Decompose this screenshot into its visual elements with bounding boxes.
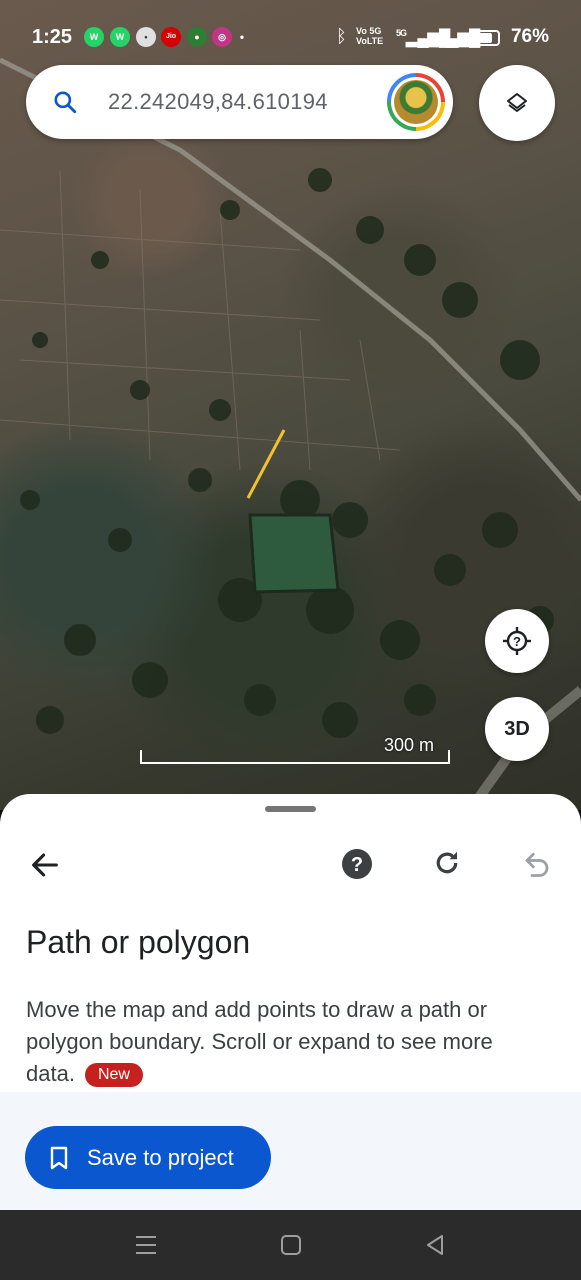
save-to-project-button[interactable]: Save to project [25,1126,271,1189]
system-nav-bar [0,1210,581,1280]
back-arrow-icon[interactable] [28,848,62,882]
jio-icon: Jio [161,27,181,47]
search-query[interactable]: 22.242049,84.610194 [108,89,328,115]
svg-text:?: ? [513,634,521,649]
new-badge: New [84,1063,143,1087]
avatar[interactable] [387,73,445,131]
refresh-icon[interactable] [432,848,462,878]
bluetooth-icon: ᛒ [336,26,347,46]
status-bar: 1:25 W W • Jio ● ◎ • ᛒ Vo 5G VoLTE 5G▂▄▆█… [0,0,581,70]
back-nav-icon[interactable] [424,1234,446,1256]
my-location-button[interactable]: ? [485,609,549,673]
recents-icon[interactable] [134,1234,158,1256]
search-bar[interactable]: 22.242049,84.610194 [26,65,453,139]
layers-icon [507,93,527,112]
layers-button[interactable] [479,65,555,141]
location-unknown-icon: ? [503,627,531,655]
profile-image [394,80,438,124]
battery-icon [470,30,500,46]
whatsapp-business-icon: W [110,27,130,47]
volte-indicator: Vo 5G VoLTE [356,26,384,46]
search-icon[interactable] [52,89,78,115]
dot-icon: • [239,30,245,44]
sheet-description: Move the map and add points to draw a pa… [26,994,546,1090]
app-icon: ● [187,27,207,47]
help-icon[interactable]: ? [341,848,373,880]
bookmark-icon [50,1146,68,1170]
3d-button[interactable]: 3D [485,697,549,761]
svg-text:?: ? [351,854,363,876]
sheet-footer: Save to project [0,1092,581,1210]
clock: 1:25 [32,26,73,48]
save-button-label: Save to project [87,1145,234,1170]
instagram-icon: ◎ [212,27,232,47]
home-icon[interactable] [280,1234,302,1256]
sheet-title: Path or polygon [26,924,251,960]
undo-icon[interactable] [522,848,552,878]
message-icon: • [136,27,156,47]
bottom-sheet: ? Path or polygon Move the map and add p… [0,794,581,1210]
whatsapp-icon: W [84,27,104,47]
sheet-drag-handle[interactable] [265,806,316,812]
battery-level: 76% [510,26,549,47]
scale-bar [140,750,450,764]
